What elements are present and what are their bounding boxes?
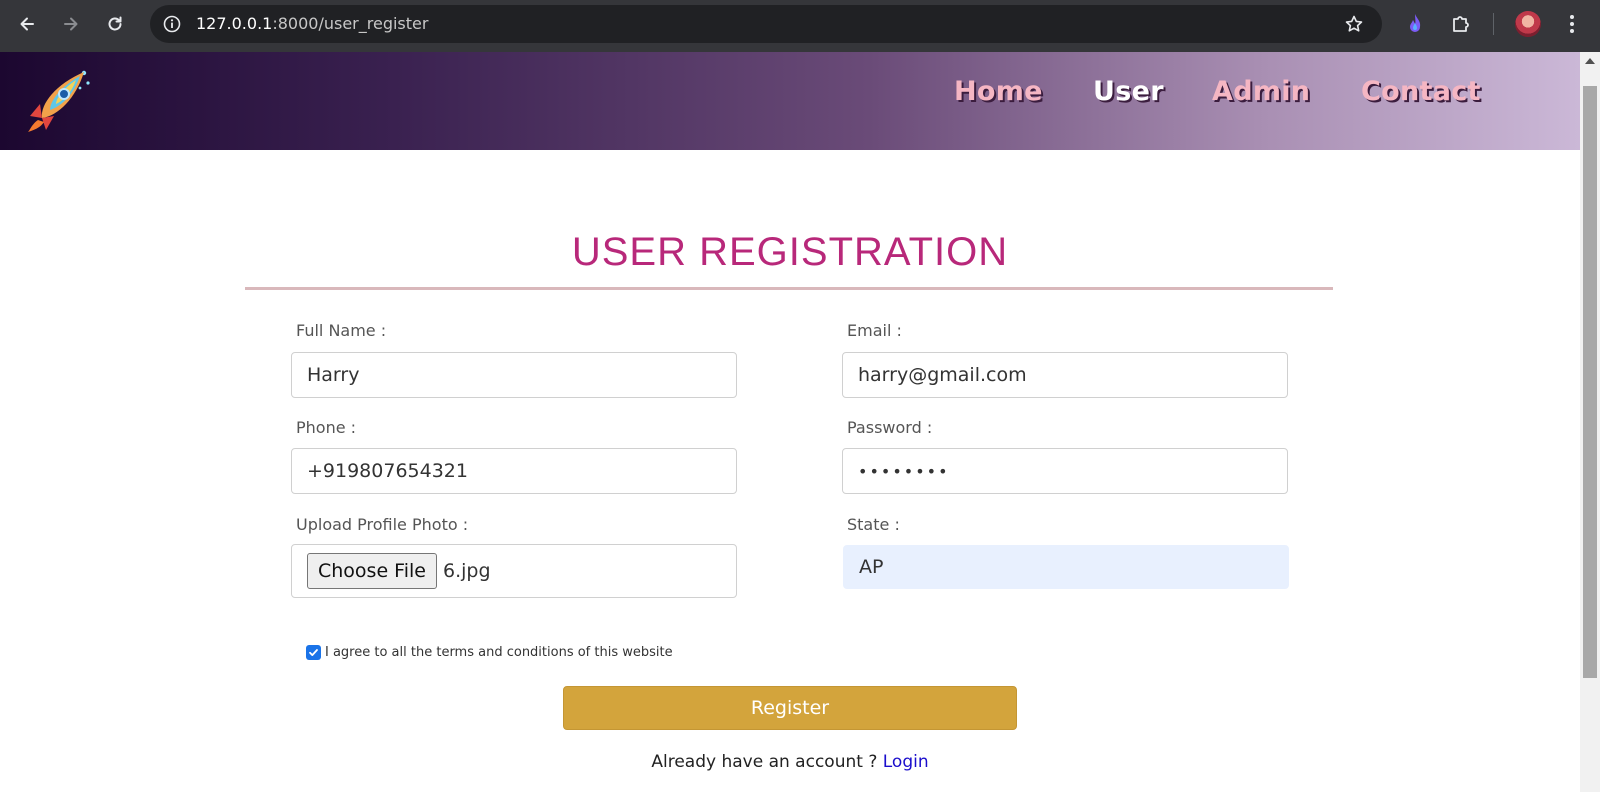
full-name-input[interactable]: Harry (291, 352, 737, 398)
nav-home-link[interactable]: Home (954, 76, 1043, 107)
login-prompt: Already have an account ? Login (0, 752, 1580, 772)
scroll-up-arrow-icon[interactable] (1585, 58, 1595, 64)
address-bar[interactable]: 127.0.0.1:8000/user_register (150, 5, 1382, 43)
browser-toolbar: 127.0.0.1:8000/user_register (0, 0, 1600, 52)
password-label: Password : (847, 418, 933, 437)
site-info-icon[interactable] (160, 12, 184, 36)
profile-photo-input[interactable]: Choose File 6.jpg (291, 544, 737, 598)
toolbar-separator (1493, 13, 1494, 35)
url-host: 127.0.0.1 (196, 14, 273, 33)
site-header: Home User Admin Contact (0, 52, 1580, 150)
nav-admin-link[interactable]: Admin (1212, 76, 1310, 107)
password-input[interactable]: •••••••• (842, 448, 1288, 494)
email-label: Email : (847, 321, 902, 340)
state-input[interactable]: AP (843, 545, 1289, 589)
state-label: State : (847, 515, 900, 534)
nav-user-link[interactable]: User (1093, 76, 1164, 107)
page-viewport: Home User Admin Contact USER REGISTRATIO… (0, 52, 1580, 792)
reload-icon[interactable] (101, 10, 129, 38)
back-icon[interactable] (13, 10, 41, 38)
page-title: USER REGISTRATION (571, 230, 1009, 274)
title-divider (245, 287, 1333, 290)
profile-avatar[interactable] (1515, 11, 1541, 37)
browser-menu-icon[interactable] (1558, 10, 1586, 38)
bookmark-star-icon[interactable] (1342, 12, 1366, 36)
url-path: :8000/user_register (272, 14, 429, 33)
register-button[interactable]: Register (563, 686, 1017, 730)
extensions-puzzle-icon[interactable] (1447, 10, 1475, 38)
page-scrollbar[interactable] (1580, 52, 1600, 792)
extension-flame-icon[interactable] (1401, 10, 1429, 38)
email-input[interactable]: harry@gmail.com (842, 352, 1288, 398)
login-link[interactable]: Login (883, 752, 929, 772)
terms-label: I agree to all the terms and conditions … (325, 645, 673, 660)
scrollbar-thumb[interactable] (1583, 86, 1597, 678)
account-text: Already have an account ? (651, 752, 878, 772)
url-text: 127.0.0.1:8000/user_register (196, 14, 428, 33)
forward-icon[interactable] (57, 10, 85, 38)
nav-contact-link[interactable]: Contact (1361, 76, 1481, 107)
choose-file-button[interactable]: Choose File (307, 553, 437, 589)
terms-checkbox[interactable] (306, 645, 321, 660)
full-name-label: Full Name : (296, 321, 387, 340)
selected-file-name: 6.jpg (442, 560, 491, 582)
profile-photo-label: Upload Profile Photo : (296, 515, 469, 534)
rocket-logo-icon[interactable] (26, 58, 92, 134)
phone-input[interactable]: +919807654321 (291, 448, 737, 494)
phone-label: Phone : (296, 418, 357, 437)
